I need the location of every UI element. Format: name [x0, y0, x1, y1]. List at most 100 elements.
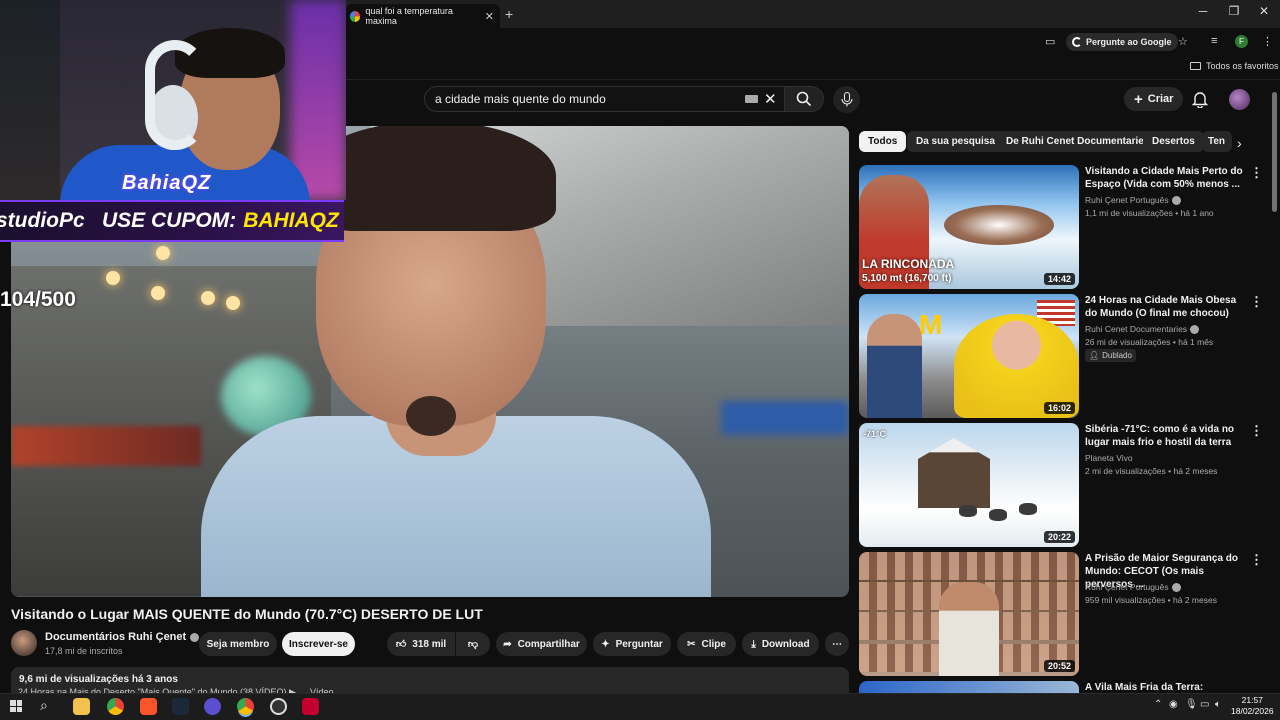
keyboard-icon[interactable] — [745, 95, 758, 103]
rec-menu-icon[interactable]: ⋮ — [1250, 294, 1263, 310]
chevron-right-icon[interactable]: › — [1237, 135, 1242, 151]
join-button[interactable]: Seja membro — [199, 632, 277, 656]
menu-kebab-icon[interactable]: ⋮ — [1262, 35, 1273, 48]
rec-thumbnail[interactable]: M 16:02 — [859, 294, 1079, 418]
rec-title[interactable]: Visitando a Cidade Mais Perto do Espaço … — [1085, 165, 1245, 191]
close-window-button[interactable]: ✕ — [1249, 4, 1279, 18]
clip-button[interactable]: ✂ Clipe — [677, 632, 736, 656]
verified-icon — [1190, 324, 1200, 334]
husky-figure — [989, 509, 1007, 521]
like-count: 318 mil — [412, 638, 447, 650]
chip-deserts[interactable]: Desertos — [1143, 131, 1204, 152]
rec-menu-icon[interactable]: ⋮ — [1250, 552, 1263, 568]
chrome-icon[interactable] — [107, 698, 124, 715]
coupon-banner: studioPc USE CUPOM: BAHIAQZ — [0, 200, 344, 242]
all-bookmarks-folder[interactable]: Todos os favoritos — [1190, 61, 1279, 71]
search-query: a cidade mais quente do mundo — [435, 92, 606, 106]
chip-from-search[interactable]: Da sua pesquisa — [907, 131, 1004, 152]
rec-title[interactable]: Sibéria -71°C: como é a vida no lugar ma… — [1085, 423, 1245, 449]
chip-overflow[interactable]: Ten — [1202, 131, 1232, 152]
reading-list-icon[interactable]: ≡ — [1211, 35, 1217, 47]
streamer-brand: BahiaQZ — [122, 172, 212, 194]
app-red-icon[interactable] — [302, 698, 319, 715]
obs-icon[interactable] — [270, 698, 287, 715]
presenter-beard — [406, 396, 456, 436]
rec-channel[interactable]: Planeta Vivo — [1085, 453, 1133, 463]
ceiling-light — [226, 296, 240, 310]
rec-channel[interactable]: Ruhi Çenet Português — [1085, 582, 1181, 592]
subscribe-button[interactable]: Inscrever-se — [282, 632, 355, 656]
rec-channel-label: Ruhi Çenet Português — [1085, 582, 1169, 592]
steam-icon[interactable] — [172, 698, 189, 715]
bookmark-star-icon[interactable]: ☆ — [1178, 35, 1188, 48]
clear-search-icon[interactable]: ✕ — [764, 90, 777, 108]
mcdonalds-logo-icon: M — [919, 309, 943, 340]
presenter-figure — [939, 582, 999, 676]
dislike-button[interactable]: 👎︎ — [456, 632, 490, 656]
notifications-button[interactable] — [1191, 90, 1209, 113]
volume-icon[interactable]: 🔈︎ — [1215, 699, 1221, 710]
dubbed-badge: 👤︎ Dublado — [1085, 349, 1136, 362]
microphone-icon[interactable]: 🎙︎ — [1185, 699, 1198, 710]
taskbar-clock[interactable]: 21:57 18/02/2026 — [1231, 695, 1274, 717]
video-frame-blue — [721, 401, 849, 435]
network-icon[interactable]: ▭ — [1200, 699, 1209, 710]
rec-channel[interactable]: Ruhi Çenet Português — [1085, 195, 1181, 205]
restore-button[interactable]: ❐ — [1219, 4, 1249, 18]
video-frame-sign — [11, 426, 201, 466]
rec-thumbnail[interactable] — [859, 681, 1079, 693]
search-input[interactable]: a cidade mais quente do mundo — [424, 86, 786, 112]
chip-channel[interactable]: De Ruhi Cenet Documentaries — [997, 131, 1159, 152]
google-lens-icon — [1072, 37, 1082, 47]
tab-close-icon[interactable]: ✕ — [485, 10, 494, 23]
create-button[interactable]: + Criar — [1124, 87, 1184, 111]
page-scrollbar[interactable] — [1272, 92, 1277, 212]
start-pane — [10, 700, 16, 706]
rec-thumbnail[interactable]: LA RINCONADA 5,100 mt (16,700 ft) 14:42 — [859, 165, 1079, 289]
rec-thumbnail[interactable]: 20:52 — [859, 552, 1079, 676]
chrome-active-icon[interactable] — [237, 698, 254, 715]
verified-icon — [1171, 195, 1181, 205]
share-button[interactable]: ➦ Compartilhar — [496, 632, 587, 656]
new-tab-button[interactable]: + — [505, 6, 513, 22]
husky-figure — [959, 505, 977, 517]
cast-icon[interactable]: ▭ — [1045, 35, 1055, 48]
tray-chevron-icon[interactable]: ⌃ — [1154, 699, 1162, 710]
download-button[interactable]: ⤓ Download — [742, 632, 819, 656]
all-bookmarks-label: Todos os favoritos — [1206, 61, 1279, 71]
rec-channel[interactable]: Ruhi Cenet Documentaries — [1085, 324, 1200, 334]
rec-channel-label: Ruhi Cenet Documentaries — [1085, 324, 1188, 334]
rec-title[interactable]: 24 Horas na Cidade Mais Obesa do Mundo (… — [1085, 294, 1245, 320]
app-icon[interactable] — [204, 698, 221, 715]
sponsor-logo: studioPc — [0, 209, 85, 232]
profile-icon[interactable]: F — [1235, 35, 1248, 48]
channel-avatar[interactable] — [11, 630, 37, 656]
voice-search-button[interactable] — [833, 86, 860, 113]
ask-label: Perguntar — [615, 638, 663, 650]
ask-google-button[interactable]: Pergunte ao Google — [1066, 33, 1178, 51]
browser-tab[interactable]: qual foi a temperatura maxima ✕ — [346, 4, 500, 28]
ceiling-light — [106, 271, 120, 285]
rec-meta: 1,1 mi de visualizações • há 1 ano — [1085, 208, 1214, 218]
views-and-date: 9,6 mi de visualizações há 3 anos — [19, 674, 178, 685]
minimize-button[interactable]: ─ — [1188, 4, 1218, 18]
ceiling-light — [156, 246, 170, 260]
rec-menu-icon[interactable]: ⋮ — [1250, 423, 1263, 439]
more-actions-button[interactable]: ⋯ — [825, 632, 849, 656]
like-button[interactable]: 👍︎ 318 mil — [387, 632, 455, 656]
rec-channel-label: Ruhi Çenet Português — [1085, 195, 1169, 205]
taskbar-search-icon[interactable]: ⌕ — [40, 697, 48, 714]
discord-icon[interactable]: ◉ — [1169, 699, 1178, 710]
chip-all[interactable]: Todos — [859, 131, 907, 152]
rec-thumbnail[interactable]: -71°C 20:22 — [859, 423, 1079, 547]
search-button[interactable] — [784, 86, 824, 112]
windows-start-icon[interactable] — [10, 700, 22, 712]
file-explorer-icon[interactable] — [73, 698, 90, 715]
duration-badge: 14:42 — [1043, 273, 1075, 285]
channel-name[interactable]: Documentários Ruhi Çenet — [45, 631, 200, 643]
account-avatar[interactable] — [1229, 89, 1250, 110]
start-pane — [16, 706, 22, 712]
rec-menu-icon[interactable]: ⋮ — [1250, 165, 1263, 181]
brave-icon[interactable] — [140, 698, 157, 715]
ask-button[interactable]: ✦ Perguntar — [593, 632, 671, 656]
